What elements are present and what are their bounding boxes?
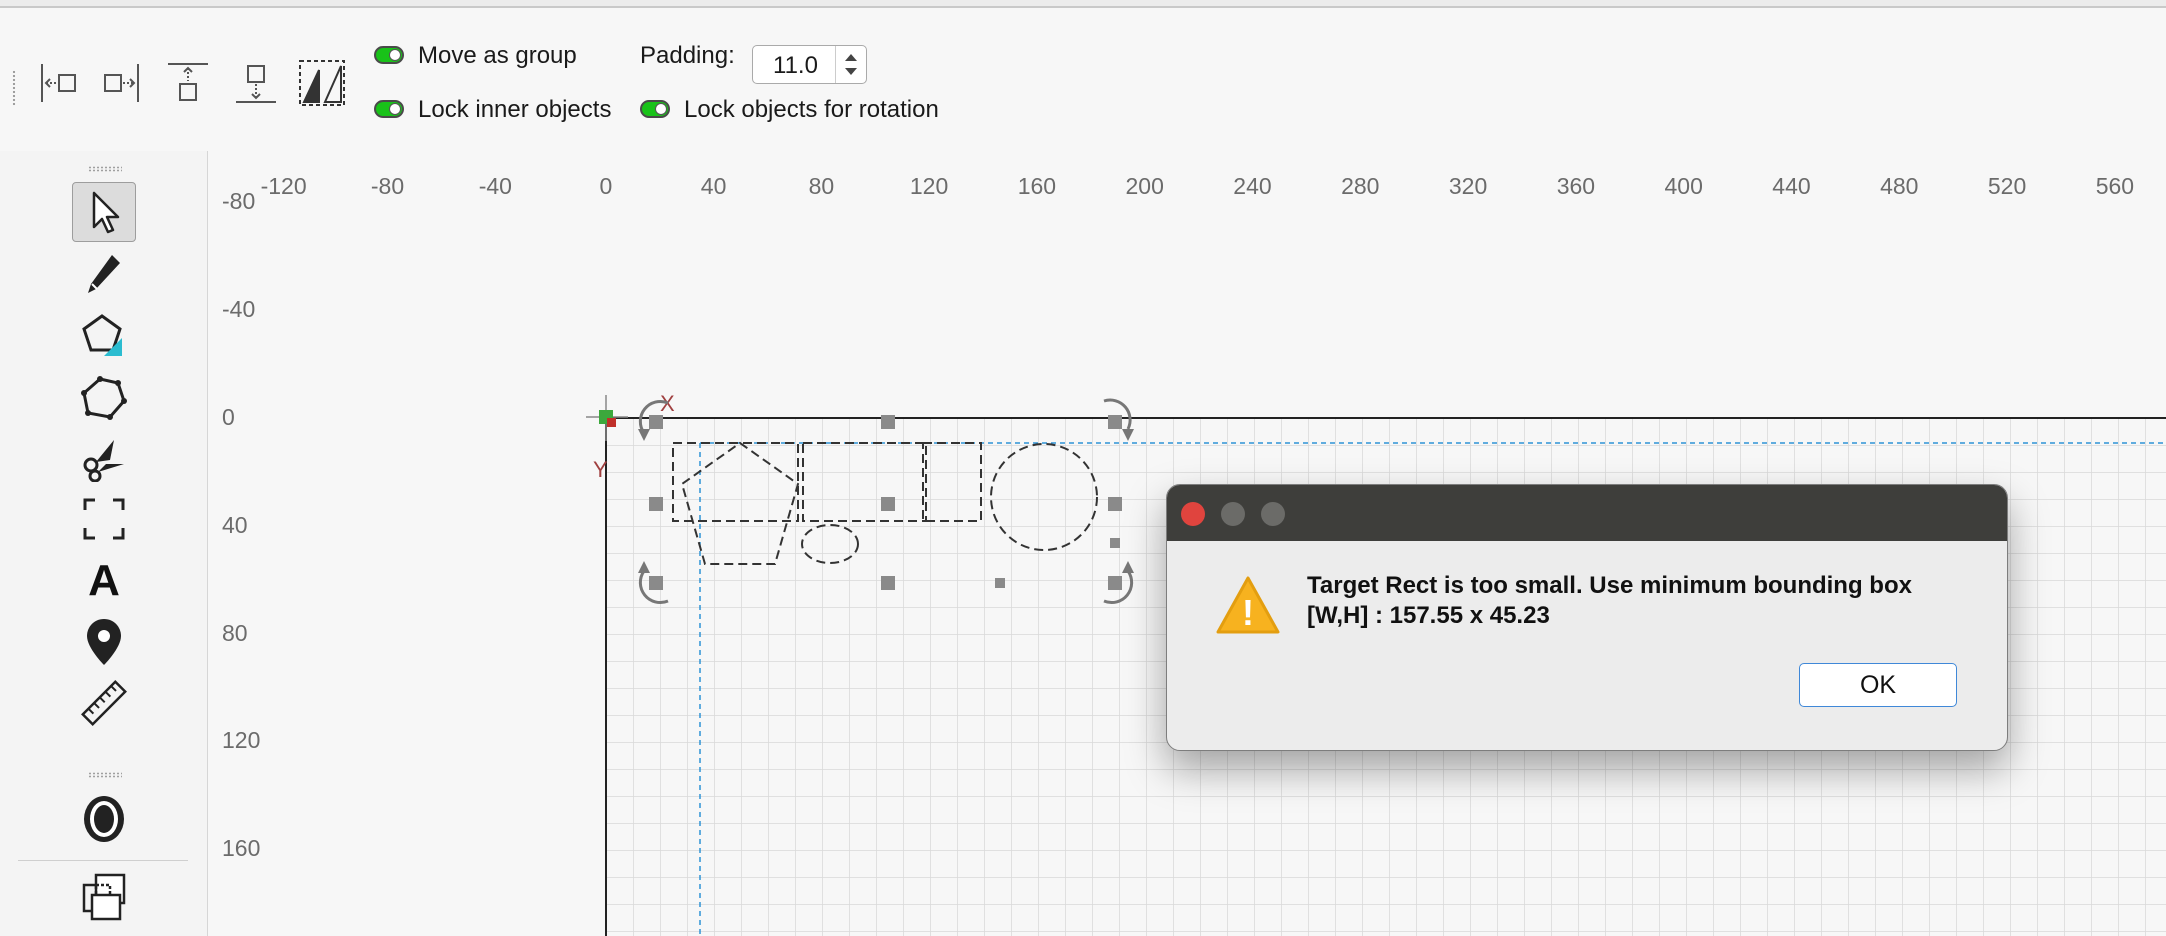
handle-side-small[interactable] — [1110, 538, 1120, 548]
ruler-icon[interactable] — [72, 673, 136, 733]
ruler-x-label: 240 — [1233, 173, 1272, 199]
padding-label: Padding: — [640, 42, 735, 69]
palette-separator — [18, 860, 188, 861]
scissors-icon[interactable] — [72, 428, 136, 488]
polygon-icon[interactable] — [72, 306, 136, 366]
ruler-y-label: 80 — [222, 619, 248, 646]
ruler-y-label: 0 — [222, 404, 235, 430]
ruler-x-label: -80 — [370, 173, 405, 199]
minimize-window-button[interactable] — [1221, 502, 1245, 526]
padding-spinbox[interactable]: 11.0 — [752, 45, 867, 84]
tool-palette: A — [0, 151, 208, 936]
padding-stepper[interactable] — [835, 46, 866, 83]
select-pointer-icon[interactable] — [72, 182, 136, 242]
dialog-message: Target Rect is too small. Use minimum bo… — [1307, 571, 1912, 631]
alignment-toolbar: Move as group Padding: 11.0 Lock inner o… — [0, 8, 2166, 152]
align-left-icon[interactable] — [30, 54, 86, 112]
ruler-y-label: 160 — [222, 835, 261, 862]
ruler-x-label: 480 — [1880, 173, 1919, 199]
lock-rotation-label: Lock objects for rotation — [684, 96, 939, 123]
ruler-x-label: 360 — [1556, 173, 1596, 199]
ruler-x-label: 120 — [909, 173, 949, 199]
ok-button[interactable]: OK — [1799, 663, 1957, 707]
ruler-y-label: 40 — [222, 511, 248, 538]
handle-pivot[interactable] — [995, 578, 1005, 588]
palette-grip[interactable] — [88, 166, 122, 172]
pencil-icon[interactable] — [72, 245, 136, 305]
align-bottom-icon[interactable] — [228, 54, 284, 112]
warning-icon: ! — [1215, 575, 1281, 640]
ruler-x-label: 520 — [1987, 173, 2027, 199]
ruler-x-label: 40 — [700, 173, 727, 199]
handle-top-left[interactable] — [649, 415, 663, 429]
ruler-y-label: -40 — [222, 296, 256, 323]
ruler-y-label: -80 — [222, 188, 256, 215]
ruler-x-label: 80 — [808, 173, 835, 199]
ruler-x-label: 400 — [1664, 173, 1703, 199]
move-as-group-toggle[interactable] — [374, 46, 404, 64]
window-top-edge — [0, 0, 2166, 8]
palette-grip-lower[interactable] — [88, 772, 122, 778]
handle-bottom-left[interactable] — [649, 576, 663, 590]
align-right-icon[interactable] — [94, 54, 150, 112]
lock-rotation-toggle[interactable] — [640, 100, 670, 118]
lock-inner-objects-toggle[interactable] — [374, 100, 404, 118]
ruler-x-label: 440 — [1772, 173, 1811, 199]
align-diagonal-icon[interactable] — [294, 54, 350, 112]
dialog-titlebar[interactable] — [1167, 485, 2007, 541]
ruler-x-label: 280 — [1341, 173, 1380, 199]
dialog-message-line2: [W,H] : 157.55 x 45.23 — [1307, 602, 1550, 629]
handle-right[interactable] — [1108, 497, 1122, 511]
dialog-message-line1: Target Rect is too small. Use minimum bo… — [1307, 572, 1912, 599]
handle-top[interactable] — [881, 415, 895, 429]
boolean-shapes-icon[interactable] — [72, 867, 136, 927]
handle-bottom[interactable] — [881, 576, 895, 590]
alert-dialog: ! Target Rect is too small. Use minimum … — [1166, 484, 2008, 751]
map-pin-icon[interactable] — [72, 612, 136, 672]
handle-top-right[interactable] — [1108, 415, 1122, 429]
zoom-window-button[interactable] — [1261, 502, 1285, 526]
ruler-x-label: -120 — [260, 173, 307, 199]
ruler-x-label: 560 — [2095, 173, 2135, 199]
handle-left[interactable] — [649, 497, 663, 511]
ring-icon[interactable] — [72, 789, 136, 849]
ruler-x-label: -40 — [478, 173, 512, 199]
origin-marker-corner — [607, 418, 616, 427]
ruler-y-label: 120 — [222, 727, 261, 754]
polyline-icon[interactable] — [72, 367, 136, 427]
crop-rect-icon[interactable] — [72, 489, 136, 549]
y-axis-letter: Y — [593, 457, 608, 482]
ruler-x-label: 200 — [1125, 173, 1164, 199]
ruler-x-label: 0 — [599, 173, 613, 199]
ruler-x-label: 320 — [1448, 173, 1488, 199]
toolbar-grip[interactable] — [12, 70, 16, 106]
padding-value[interactable]: 11.0 — [773, 52, 818, 80]
warning-icon-mark: ! — [1242, 592, 1254, 633]
ruler-x-label: 160 — [1017, 173, 1057, 199]
align-top-icon[interactable] — [160, 54, 216, 112]
handle-center[interactable] — [881, 497, 895, 511]
lock-inner-objects-label: Lock inner objects — [418, 96, 612, 123]
close-window-button[interactable] — [1181, 502, 1205, 526]
move-as-group-label: Move as group — [418, 42, 577, 69]
text-tool-icon[interactable]: A — [72, 551, 136, 611]
handle-bottom-right[interactable] — [1108, 576, 1122, 590]
